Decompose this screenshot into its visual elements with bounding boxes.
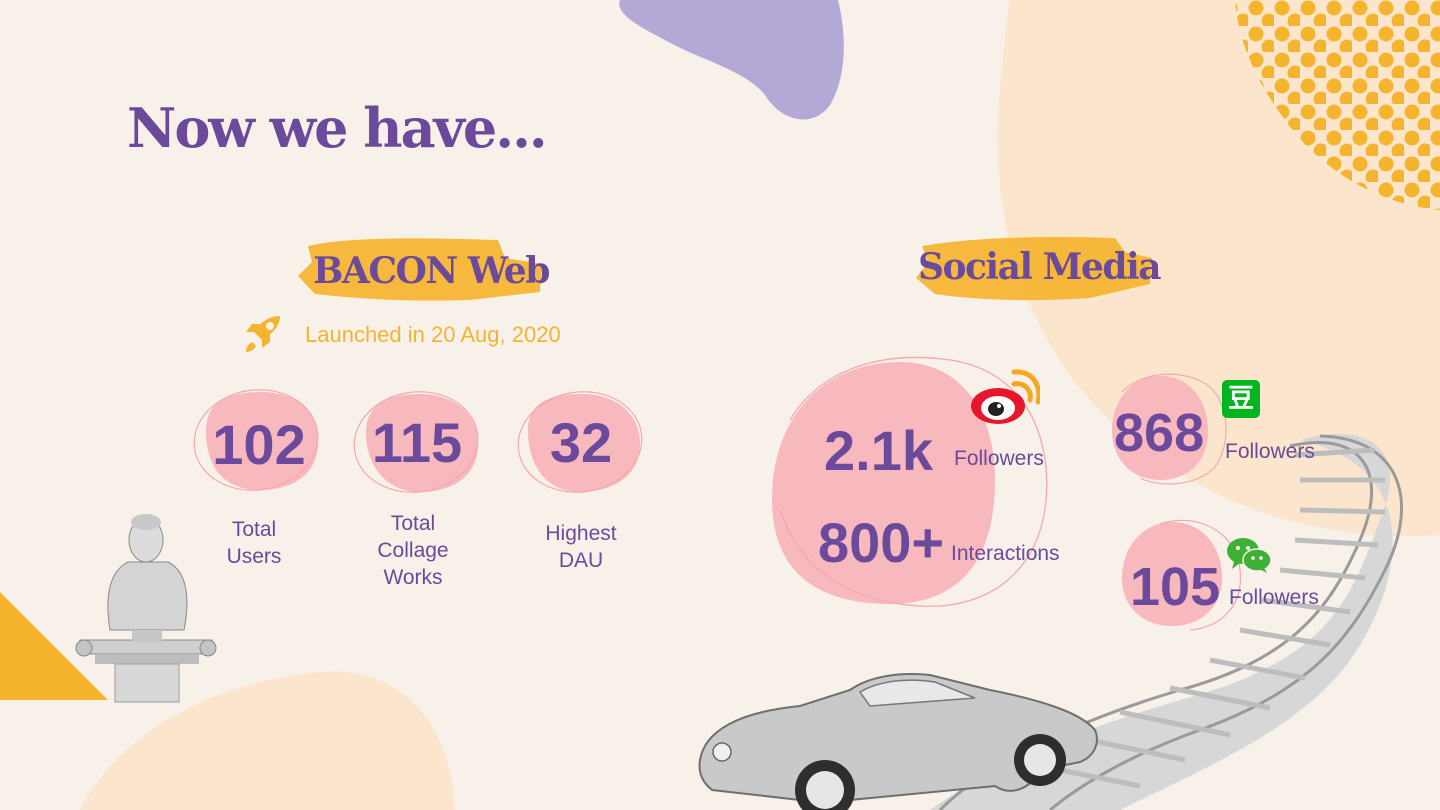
wechat-icon bbox=[1227, 538, 1272, 573]
total-users-label: Total Users bbox=[194, 516, 314, 570]
social-section-heading: Social Media bbox=[918, 246, 1162, 288]
weibo-interactions-label: Interactions bbox=[951, 542, 1060, 565]
wechat-followers-label: Followers bbox=[1229, 586, 1319, 609]
label-line: DAU bbox=[558, 549, 604, 572]
slide: Now we have... BACON Web Launched in 20 … bbox=[0, 0, 1440, 810]
label-line: Works bbox=[383, 566, 443, 589]
lavender-blob bbox=[619, 0, 844, 120]
total-users-value: 102 bbox=[212, 413, 306, 476]
weibo-interactions-value: 800+ bbox=[818, 511, 945, 574]
rocket-icon bbox=[246, 316, 280, 352]
label-line: Users bbox=[226, 545, 282, 568]
highest-dau-label: Highest DAU bbox=[521, 520, 641, 574]
launch-date-text: Launched in 20 Aug, 2020 bbox=[305, 322, 561, 347]
label-line: Total bbox=[231, 518, 277, 541]
total-works-label: Total Collage Works bbox=[353, 510, 473, 591]
highest-dau-value: 32 bbox=[549, 411, 613, 474]
page-title: Now we have... bbox=[127, 96, 548, 160]
weibo-followers-label: Followers bbox=[954, 447, 1044, 470]
douban-followers-value: 868 bbox=[1114, 403, 1205, 463]
douban-icon: 豆 bbox=[1222, 380, 1260, 418]
wechat-followers-value: 105 bbox=[1130, 557, 1221, 617]
label-line: Highest bbox=[545, 522, 617, 545]
label-line: Collage bbox=[377, 539, 449, 562]
web-section-heading: BACON Web bbox=[313, 250, 550, 292]
label-line: Total bbox=[390, 512, 436, 535]
total-works-value: 115 bbox=[371, 411, 463, 474]
douban-followers-label: Followers bbox=[1225, 440, 1315, 463]
weibo-followers-value: 2.1k bbox=[824, 419, 933, 482]
weibo-icon bbox=[971, 369, 1040, 424]
